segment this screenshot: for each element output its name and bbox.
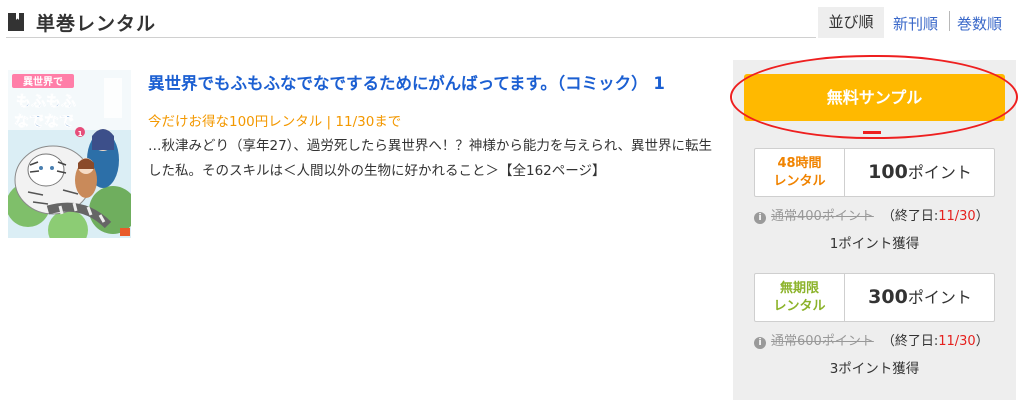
- header-divider: [6, 37, 816, 38]
- sort-label: 並び順: [818, 7, 884, 38]
- plan-duration-line2: レンタル: [773, 174, 826, 189]
- sort-volume-link[interactable]: 巻数順: [957, 13, 1002, 34]
- info-icon: i: [754, 212, 766, 224]
- end-date-suffix: ）: [975, 209, 989, 224]
- plan-points-value: 300: [868, 286, 908, 308]
- sort-newest-link[interactable]: 新刊順: [893, 13, 938, 34]
- rental-offer-text: 今だけお得な100円レンタル | 11/30まで: [148, 114, 402, 130]
- book-title-link[interactable]: 異世界でもふもふなでなでするためにがんばってます。（コミック） 1: [148, 70, 665, 94]
- cover-title-text: 異世界で: [23, 75, 63, 88]
- plan-duration-line1: 無期限: [779, 281, 819, 296]
- highlight-circle: [730, 55, 1018, 139]
- plan-points-unit: ポイント: [907, 163, 972, 182]
- plan-duration-line1: 48時間: [777, 156, 822, 171]
- plan-48h-card[interactable]: 48時間 レンタル 100ポイント: [754, 148, 995, 197]
- plan-unlimited-note: i 通常600ポイント （終了日:11/30）: [754, 330, 989, 349]
- highlight-stroke: [863, 131, 881, 134]
- cover-illustration: 異世界で もふもふ なでなで 1: [8, 70, 131, 238]
- plan-48h-earn: 1ポイント獲得: [829, 236, 920, 252]
- plan-points: 100ポイント: [846, 149, 994, 196]
- svg-text:もふもふ: もふもふ: [16, 92, 76, 110]
- sort-separator: [949, 11, 950, 31]
- info-icon: i: [754, 337, 766, 349]
- plan-unlimited-earn: 3ポイント獲得: [829, 361, 920, 377]
- plan-duration-line2: レンタル: [773, 299, 826, 314]
- plan-duration: 48時間 レンタル: [755, 149, 845, 196]
- plan-points-unit: ポイント: [907, 288, 972, 307]
- book-description: …秋津みどり（享年27）、過労死したら異世界へ！？神様から能力を与えられ、異世界…: [148, 138, 713, 179]
- old-price: 通常400ポイント: [771, 209, 874, 224]
- plan-duration: 無期限 レンタル: [755, 274, 845, 321]
- book-cover[interactable]: 異世界で もふもふ なでなで 1: [8, 70, 131, 238]
- book-icon: [8, 13, 24, 31]
- end-date-prefix: （終了日:: [881, 209, 939, 224]
- end-date-suffix: ）: [975, 334, 989, 349]
- section-header: 単巻レンタル 並び順 新刊順 巻数順: [0, 0, 1024, 40]
- plan-unlimited-card[interactable]: 無期限 レンタル 300ポイント: [754, 273, 995, 322]
- cover-volume: 1: [78, 130, 83, 138]
- end-date-prefix: （終了日:: [881, 334, 939, 349]
- old-price: 通常600ポイント: [771, 334, 874, 349]
- end-date: 11/30: [938, 334, 976, 349]
- plan-points-value: 100: [868, 161, 908, 183]
- plan-48h-note: i 通常400ポイント （終了日:11/30）: [754, 205, 989, 224]
- end-date: 11/30: [938, 209, 976, 224]
- section-title: 単巻レンタル: [36, 13, 157, 35]
- plan-points: 300ポイント: [846, 274, 994, 321]
- svg-text:なでなで: なでなで: [14, 112, 74, 130]
